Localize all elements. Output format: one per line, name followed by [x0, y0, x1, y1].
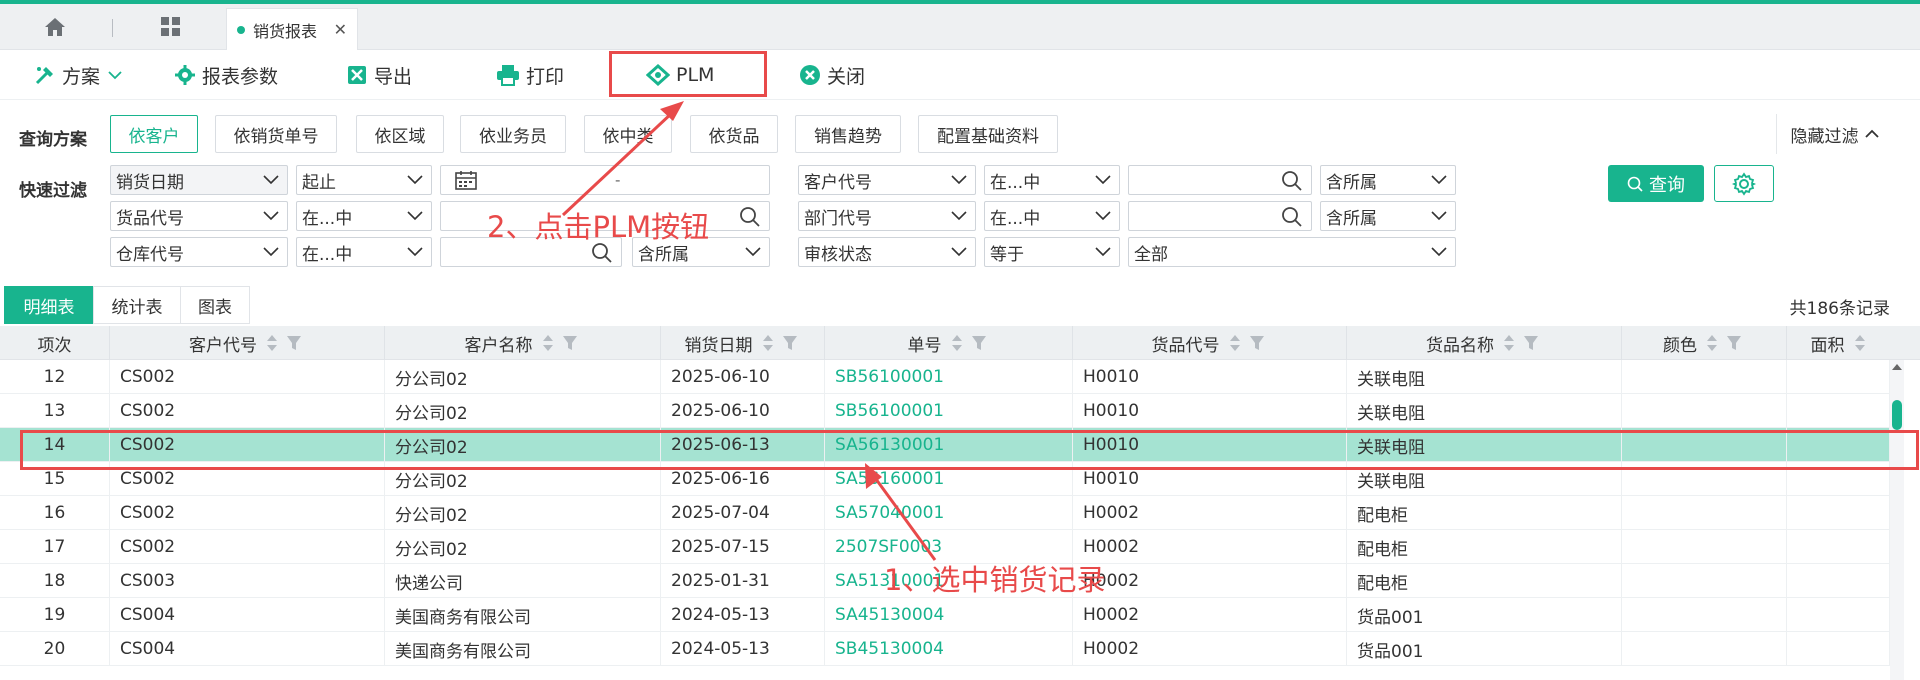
arrow-to-row	[871, 474, 937, 561]
annotation-step2: 2、点击PLM按钮	[487, 210, 710, 244]
annotation-step1: 1、选中销货记录	[884, 563, 1106, 597]
arrow-head-plm-icon	[660, 101, 684, 121]
arrow-to-plm	[561, 110, 675, 217]
